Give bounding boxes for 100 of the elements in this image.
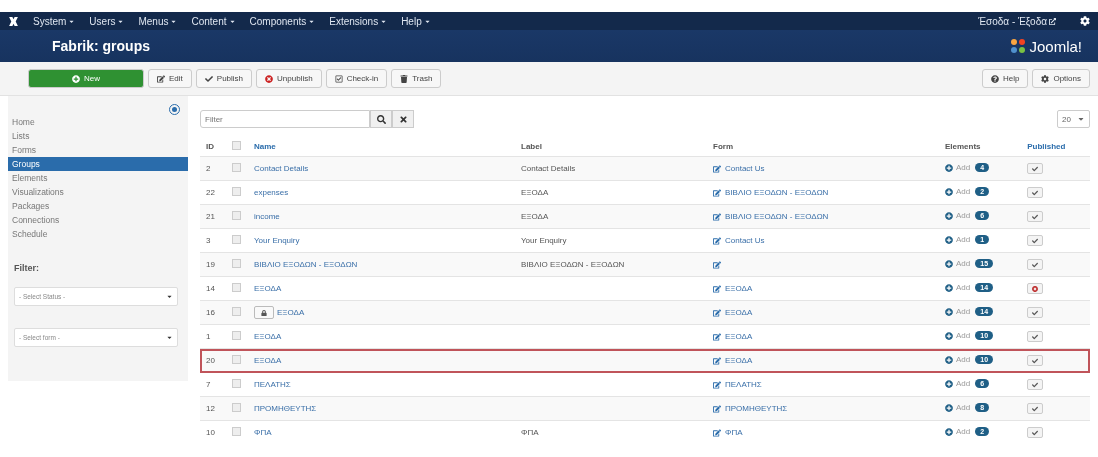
clear-button[interactable]: [392, 110, 414, 128]
publish-toggle[interactable]: [1027, 283, 1044, 294]
name-link[interactable]: Contact Details: [254, 164, 309, 173]
form-link[interactable]: ΕΞΟΔΑ: [725, 284, 753, 293]
name-link[interactable]: ΒΙΒΛΙΟ ΕΞΟΔΩΝ - ΕΞΟΔΩΝ: [254, 260, 358, 269]
name-link[interactable]: ΕΞΟΔΑ: [277, 307, 305, 317]
form-link[interactable]: ΕΞΟΔΑ: [725, 332, 753, 341]
sidebar-item[interactable]: Elements: [8, 171, 188, 185]
row-checkbox[interactable]: [232, 355, 241, 364]
publish-toggle[interactable]: [1027, 379, 1044, 390]
row-checkbox[interactable]: [232, 187, 241, 196]
publish-toggle[interactable]: [1027, 403, 1044, 414]
sidebar-item[interactable]: Visualizations: [8, 185, 188, 199]
collapse-icon[interactable]: [169, 104, 180, 115]
add-link[interactable]: Add: [956, 211, 971, 221]
add-link[interactable]: Add: [956, 403, 971, 413]
site-link[interactable]: Έσοδα - Έξοδα: [978, 15, 1056, 27]
add-link[interactable]: Add: [956, 235, 971, 245]
edit-icon[interactable]: [713, 356, 721, 365]
edit-icon[interactable]: [713, 332, 721, 341]
name-link[interactable]: income: [254, 212, 280, 221]
menu-item[interactable]: Users: [89, 15, 125, 27]
add-link[interactable]: Add: [956, 187, 971, 197]
menu-item[interactable]: Components: [249, 15, 316, 27]
edit-icon[interactable]: [713, 284, 721, 293]
edit-icon[interactable]: [713, 308, 721, 317]
row-checkbox[interactable]: [232, 211, 241, 220]
unpublish-button[interactable]: Unpublish: [256, 69, 322, 88]
row-checkbox[interactable]: [232, 331, 241, 340]
add-link[interactable]: Add: [956, 283, 971, 293]
form-link[interactable]: ΒΙΒΛΙΟ ΕΞΟΔΩΝ - ΕΞΟΔΩΝ: [725, 212, 829, 221]
name-link[interactable]: ΕΞΟΔΑ: [254, 332, 282, 341]
publish-toggle[interactable]: [1027, 307, 1044, 318]
form-link[interactable]: ΠΕΛΑΤΗΣ: [725, 380, 762, 389]
sidebar-item[interactable]: Schedule: [8, 227, 188, 241]
add-link[interactable]: Add: [956, 331, 971, 341]
menu-item[interactable]: Help: [401, 15, 431, 27]
options-button[interactable]: Options: [1032, 69, 1090, 88]
select-all-checkbox[interactable]: [232, 140, 241, 150]
trash-button[interactable]: Trash: [391, 69, 442, 88]
form-link[interactable]: ΠΡΟΜΗΘΕΥΤΗΣ: [725, 404, 788, 413]
edit-icon[interactable]: [713, 260, 721, 269]
edit-icon[interactable]: [713, 380, 721, 389]
column-header[interactable]: Published: [1021, 136, 1090, 157]
add-link[interactable]: Add: [956, 355, 971, 365]
edit-icon[interactable]: [713, 404, 721, 413]
menu-item[interactable]: Menus: [138, 15, 178, 27]
form-link[interactable]: ΒΙΒΛΙΟ ΕΞΟΔΩΝ - ΕΞΟΔΩΝ: [725, 188, 829, 197]
publish-toggle[interactable]: [1027, 259, 1044, 270]
sidebar-item[interactable]: Forms: [8, 143, 188, 157]
name-link[interactable]: ΕΞΟΔΑ: [254, 284, 282, 293]
row-checkbox[interactable]: [232, 427, 241, 436]
name-link[interactable]: ΠΡΟΜΗΘΕΥΤΗΣ: [254, 404, 317, 413]
form-link[interactable]: Contact Us: [725, 164, 765, 173]
form-link[interactable]: ΦΠΑ: [725, 428, 743, 437]
publish-toggle[interactable]: [1027, 235, 1044, 246]
name-link[interactable]: ΦΠΑ: [254, 428, 272, 437]
page-size-select[interactable]: 20: [1057, 110, 1090, 128]
menu-item[interactable]: System: [33, 15, 76, 27]
row-checkbox[interactable]: [232, 379, 241, 388]
edit-icon[interactable]: [713, 212, 721, 221]
add-link[interactable]: Add: [956, 163, 971, 173]
name-link[interactable]: expenses: [254, 188, 289, 197]
add-link[interactable]: Add: [956, 307, 971, 317]
row-checkbox[interactable]: [232, 235, 241, 244]
form-link[interactable]: ΕΞΟΔΑ: [725, 308, 753, 317]
sidebar-item[interactable]: Groups: [8, 157, 188, 171]
column-header[interactable]: Name: [248, 136, 515, 157]
edit-icon[interactable]: [713, 236, 721, 245]
publish-toggle[interactable]: [1027, 163, 1044, 174]
menu-item[interactable]: Extensions: [329, 15, 388, 27]
row-checkbox[interactable]: [232, 283, 241, 292]
search-button[interactable]: [370, 110, 392, 128]
sidebar-item[interactable]: Lists: [8, 129, 188, 143]
row-checkbox[interactable]: [232, 259, 241, 268]
checkin-button[interactable]: Check-in: [325, 69, 388, 88]
edit-icon[interactable]: [713, 164, 721, 173]
name-link[interactable]: ΕΞΟΔΑ: [254, 356, 282, 365]
name-link[interactable]: ΠΕΛΑΤΗΣ: [254, 380, 291, 389]
publish-toggle[interactable]: [1027, 187, 1044, 198]
name-link[interactable]: Your Enquiry: [254, 236, 300, 245]
row-checkbox[interactable]: [232, 403, 241, 412]
add-link[interactable]: Add: [956, 259, 971, 269]
publish-toggle[interactable]: [1027, 427, 1044, 438]
publish-toggle[interactable]: [1027, 211, 1044, 222]
settings-icon[interactable]: [1080, 16, 1090, 26]
help-button[interactable]: Help: [981, 69, 1029, 88]
add-link[interactable]: Add: [956, 427, 971, 437]
edit-icon[interactable]: [713, 428, 721, 437]
form-link[interactable]: Contact Us: [725, 236, 765, 245]
new-button[interactable]: New: [28, 69, 144, 88]
search-field[interactable]: Filter: [200, 110, 370, 128]
row-checkbox[interactable]: [232, 163, 241, 172]
publish-toggle[interactable]: [1027, 331, 1044, 342]
row-checkbox[interactable]: [232, 307, 241, 316]
add-link[interactable]: Add: [956, 379, 971, 389]
sidebar-item[interactable]: Home: [8, 115, 188, 129]
publish-button[interactable]: Publish: [195, 69, 253, 88]
edit-button[interactable]: Edit: [148, 69, 192, 88]
form-link[interactable]: ΕΞΟΔΑ: [725, 356, 753, 365]
